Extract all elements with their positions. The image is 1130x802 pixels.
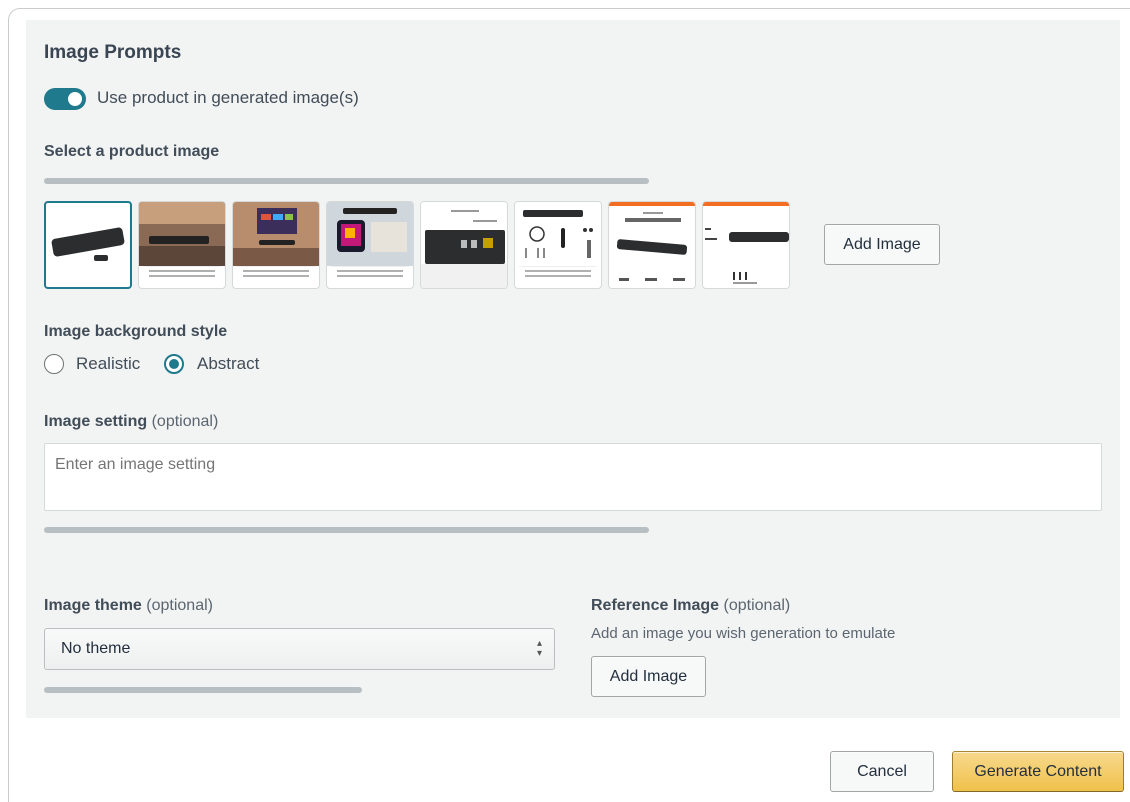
section-title: Image Prompts bbox=[44, 42, 182, 63]
product-thumbnail-6[interactable] bbox=[514, 201, 602, 289]
add-reference-image-button[interactable]: Add Image bbox=[591, 656, 706, 697]
in-the-box-image bbox=[515, 202, 601, 266]
compare-card-image bbox=[703, 202, 789, 288]
background-style-label: Image background style bbox=[44, 323, 228, 340]
title-card-image bbox=[609, 202, 695, 288]
tv-lifestyle-image bbox=[233, 202, 319, 266]
radio-abstract[interactable] bbox=[164, 354, 184, 374]
soundbar-image bbox=[51, 227, 125, 261]
loading-bar bbox=[44, 178, 649, 184]
image-theme-title: Image theme bbox=[44, 597, 142, 614]
cancel-button[interactable]: Cancel bbox=[830, 751, 934, 792]
product-thumbnail-5[interactable] bbox=[420, 201, 508, 289]
loading-bar bbox=[44, 527, 649, 533]
reference-image-help: Add an image you wish generation to emul… bbox=[591, 625, 896, 642]
radio-realistic[interactable] bbox=[44, 354, 64, 374]
optional-tag: (optional) bbox=[146, 597, 213, 614]
generate-content-button[interactable]: Generate Content bbox=[952, 751, 1124, 792]
use-product-toggle[interactable] bbox=[44, 88, 86, 110]
select-arrows-icon: ▴ ▾ bbox=[536, 638, 542, 659]
optional-tag: (optional) bbox=[723, 597, 791, 614]
product-thumbnail-8[interactable] bbox=[702, 201, 790, 289]
image-theme-value: No theme bbox=[61, 640, 131, 657]
lifestyle-image bbox=[139, 202, 225, 266]
image-theme-label: Image theme (optional) bbox=[44, 597, 213, 615]
product-thumbnail-3[interactable] bbox=[232, 201, 320, 289]
use-product-label: Use product in generated image(s) bbox=[97, 88, 359, 107]
feature-screen-image bbox=[327, 202, 413, 266]
image-setting-input[interactable] bbox=[44, 443, 1102, 511]
optional-tag: (optional) bbox=[151, 413, 219, 430]
radio-realistic-label: Realistic bbox=[76, 354, 141, 373]
back-panel-image bbox=[421, 202, 507, 288]
radio-abstract-label: Abstract bbox=[197, 354, 260, 373]
image-setting-title: Image setting bbox=[44, 413, 148, 430]
loading-bar bbox=[44, 687, 362, 693]
product-thumbnail-2[interactable] bbox=[138, 201, 226, 289]
select-product-label: Select a product image bbox=[44, 143, 220, 160]
image-setting-label: Image setting (optional) bbox=[44, 413, 218, 431]
toggle-knob bbox=[68, 92, 82, 106]
reference-image-label: Reference Image (optional) bbox=[591, 597, 790, 615]
product-thumbnail-1[interactable] bbox=[44, 201, 132, 289]
product-thumbnail-4[interactable] bbox=[326, 201, 414, 289]
image-theme-select[interactable]: No theme ▴ ▾ bbox=[44, 628, 555, 670]
reference-image-title: Reference Image bbox=[591, 597, 720, 614]
add-product-image-button[interactable]: Add Image bbox=[824, 224, 940, 265]
product-thumbnail-7[interactable] bbox=[608, 201, 696, 289]
